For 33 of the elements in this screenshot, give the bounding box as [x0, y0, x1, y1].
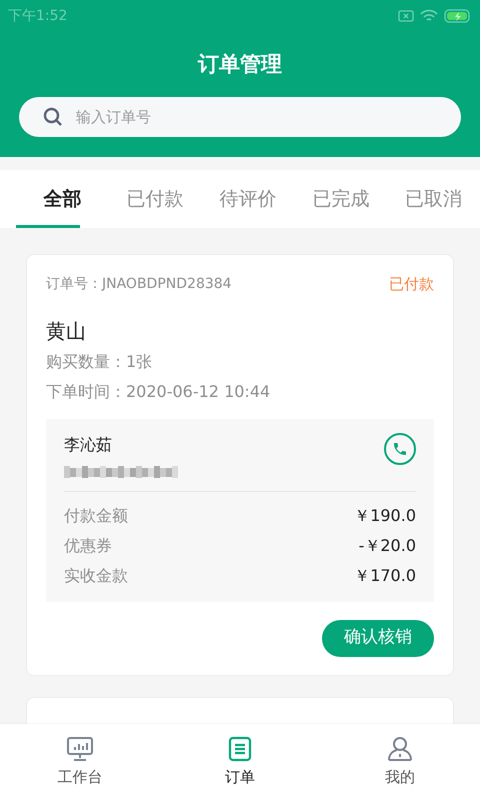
page-title: 订单管理 [196, 51, 283, 78]
nav-tab[interactable]: 工作台 [0, 724, 160, 800]
nav-tab[interactable]: 我的 [320, 724, 480, 800]
amount-value: ￥190.0 [354, 504, 416, 526]
filter-tab[interactable]: 全部 [16, 170, 109, 228]
no-sim-icon [398, 10, 414, 22]
wifi-icon [420, 9, 438, 23]
amount-label: 实收金款 [64, 564, 128, 586]
search-field[interactable]: 输入订单号 [19, 96, 461, 136]
phone-call-button[interactable] [384, 432, 416, 464]
monitor-chart-icon [66, 736, 94, 762]
nav-tab[interactable]: 订单 [160, 724, 320, 800]
customer-name: 李沁茹 [64, 434, 113, 456]
order-time: 下单时间：2020-06-12 10:44 [46, 380, 272, 402]
amount-label: 付款金额 [64, 504, 128, 526]
amount-value: ￥170.0 [354, 564, 416, 586]
filter-tab[interactable]: 已付款 [108, 170, 202, 228]
battery-charging-icon [444, 9, 472, 23]
filter-tab[interactable]: 待评价 [202, 170, 294, 228]
document-icon [228, 736, 252, 762]
order-status: 已付款 [389, 274, 434, 295]
phone-icon [392, 440, 408, 456]
amount-value: -￥20.0 [358, 534, 416, 556]
status-time: 下午1:52 [8, 6, 68, 26]
filter-tab[interactable]: 已取消 [387, 170, 480, 228]
product-name: 黄山 [46, 318, 87, 344]
amount-label: 优惠券 [64, 534, 112, 556]
person-icon [387, 736, 413, 762]
filter-tab[interactable]: 已完成 [294, 170, 388, 228]
confirm-verify-button[interactable]: 确认核销 [322, 620, 434, 656]
order-number: 订单号：JNAOBDPND28384 [46, 274, 232, 294]
purchase-quantity: 购买数量：1张 [46, 350, 154, 372]
search-icon [43, 106, 63, 126]
